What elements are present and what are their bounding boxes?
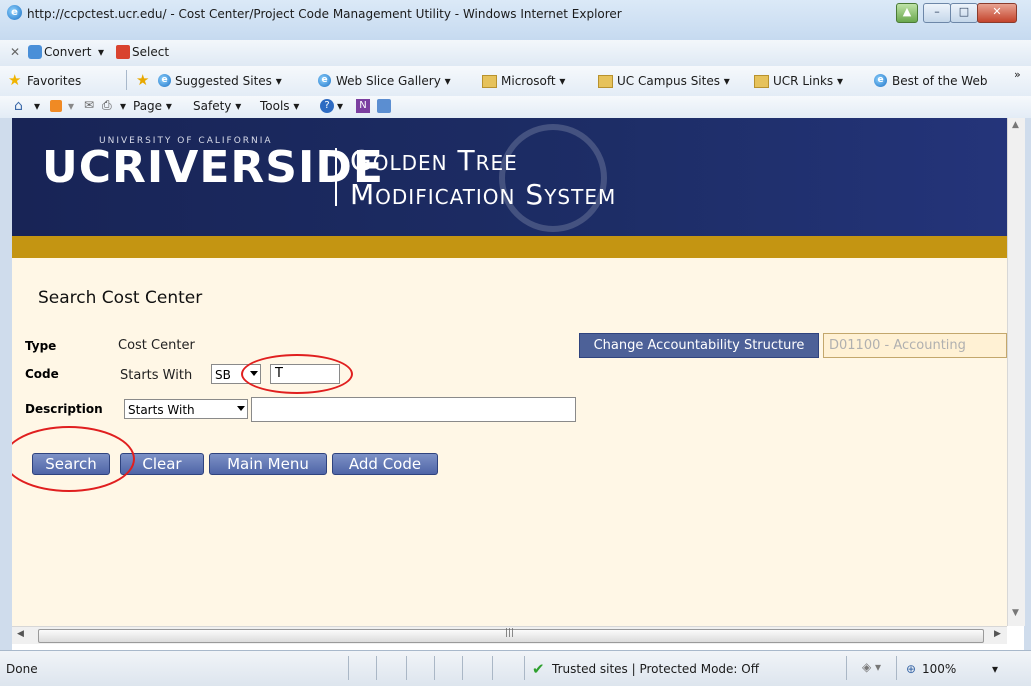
security-zone[interactable]: Trusted sites | Protected Mode: Off (552, 662, 759, 676)
fav-ucr-links[interactable]: UCR Links ▾ (754, 74, 843, 88)
separator (462, 656, 463, 680)
separator (846, 656, 847, 680)
annotation-circle-code (241, 354, 353, 394)
convert-icon (28, 45, 42, 59)
system-title-line2: Modification System (350, 178, 617, 211)
tools-menu[interactable]: Tools ▾ (260, 99, 299, 113)
separator (406, 656, 407, 680)
home-icon[interactable]: ⌂ (14, 98, 23, 114)
description-input[interactable] (251, 397, 576, 422)
mail-icon[interactable]: ✉ (84, 98, 94, 112)
zoom-level[interactable]: 100% (922, 662, 956, 676)
title-bar: e http://ccpctest.ucr.edu/ - Cost Center… (0, 0, 1031, 41)
add-code-button[interactable]: Add Code (332, 453, 438, 475)
favorites-button[interactable]: Favorites (27, 74, 81, 88)
ie-icon: e (158, 74, 171, 87)
select-button[interactable]: Select (132, 45, 169, 59)
description-operator-select[interactable]: Starts With (124, 399, 248, 419)
separator (126, 70, 127, 90)
ucr-logo-subtitle: UNIVERSITY OF CALIFORNIA (99, 136, 273, 146)
fav-uc-campus-sites[interactable]: UC Campus Sites ▾ (598, 74, 730, 88)
chevron-down-icon (237, 406, 245, 411)
ie-icon: e (874, 74, 887, 87)
separator (524, 656, 525, 680)
scroll-down-icon[interactable]: ▼ (1012, 608, 1019, 618)
favorites-star-icon: ★ (8, 71, 22, 89)
ie-icon: e (318, 74, 331, 87)
convert-dropdown-icon[interactable]: ▾ (98, 45, 104, 59)
favorites-bar: ★ Favorites ★ e Suggested Sites ▾ e Web … (0, 66, 1031, 97)
grip-icon: ||| (505, 628, 515, 638)
scroll-up-icon[interactable]: ▲ (1012, 120, 1019, 130)
command-bar: ✕ Convert ▾ Select (0, 40, 1031, 67)
status-text: Done (6, 662, 38, 676)
help-dropdown-icon[interactable]: ▾ (337, 99, 343, 113)
separator (492, 656, 493, 680)
favorites-overflow-icon[interactable]: » (1014, 68, 1021, 81)
change-accountability-button[interactable]: Change Accountability Structure (579, 333, 819, 358)
fav-suggested-sites[interactable]: Suggested Sites ▾ (175, 74, 282, 88)
onenote-icon[interactable]: N (356, 99, 370, 113)
window-frame-right (1024, 118, 1031, 650)
scroll-right-icon[interactable]: ▶ (994, 629, 1001, 639)
checkmark-icon: ✔ (532, 660, 545, 678)
separator (434, 656, 435, 680)
window-title: http://ccpctest.ucr.edu/ - Cost Center/P… (27, 7, 622, 21)
separator (348, 656, 349, 680)
add-favorite-icon[interactable]: ★ (136, 71, 149, 89)
accountability-field: D01100 - Accounting (823, 333, 1007, 358)
feeds-dropdown-icon[interactable]: ▾ (68, 99, 74, 113)
horizontal-scrollbar[interactable]: ◀ ||| ▶ (12, 626, 1007, 644)
zoom-dropdown-icon[interactable]: ▾ (992, 662, 998, 676)
code-label: Code (25, 367, 59, 381)
scroll-left-icon[interactable]: ◀ (17, 629, 24, 639)
page-menu[interactable]: Page ▾ (133, 99, 172, 113)
scroll-thumb[interactable]: ||| (38, 628, 984, 643)
folder-icon (598, 75, 613, 88)
ie-toolbar: ⌂ ▾ ▾ ✉ ⎙ ▾ Page ▾ Safety ▾ Tools ▾ ? ▾ … (0, 96, 1031, 119)
home-dropdown-icon[interactable]: ▾ (34, 99, 40, 113)
fav-web-slice-gallery[interactable]: Web Slice Gallery ▾ (336, 74, 451, 88)
type-label: Type (25, 339, 57, 353)
code-operator: Starts With (120, 368, 193, 383)
convert-button[interactable]: Convert (44, 45, 91, 59)
close-button[interactable]: ✕ (977, 3, 1017, 23)
separator (376, 656, 377, 680)
folder-icon (482, 75, 497, 88)
logo-divider (335, 148, 337, 206)
description-label: Description (25, 402, 103, 416)
gold-band (12, 236, 1007, 258)
system-title-line1: Golden Tree (350, 144, 518, 177)
page-content: UCRIVERSIDE UNIVERSITY OF CALIFORNIA Gol… (12, 118, 1007, 626)
window-frame-left (0, 118, 12, 650)
minimize-button[interactable]: – (923, 3, 951, 23)
close-tab-icon[interactable]: ✕ (10, 45, 20, 59)
select-icon (116, 45, 130, 59)
blog-icon[interactable] (377, 99, 391, 113)
feeds-icon[interactable] (50, 100, 62, 112)
vertical-scrollbar[interactable]: ▲ ▼ (1007, 118, 1025, 626)
ucr-logo: UCRIVERSIDE (42, 142, 384, 193)
safety-menu[interactable]: Safety ▾ (193, 99, 241, 113)
main-menu-button[interactable]: Main Menu (209, 453, 327, 475)
ie-logo-icon: e (7, 5, 22, 20)
maximize-button[interactable]: □ (950, 3, 978, 23)
annotation-circle-search (12, 426, 135, 492)
page-title: Search Cost Center (38, 288, 203, 308)
protected-mode-icon[interactable]: ◈ ▾ (862, 660, 881, 674)
zoom-icon: ⊕ (906, 662, 917, 676)
network-icon[interactable]: ▲ (896, 3, 918, 23)
status-bar: Done ✔ Trusted sites | Protected Mode: O… (0, 650, 1031, 686)
help-icon[interactable]: ? (320, 99, 334, 113)
banner: UCRIVERSIDE UNIVERSITY OF CALIFORNIA Gol… (12, 118, 1007, 236)
fav-microsoft[interactable]: Microsoft ▾ (482, 74, 565, 88)
fav-best-of-the-web[interactable]: Best of the Web (892, 74, 987, 88)
print-dropdown-icon[interactable]: ▾ (120, 99, 126, 113)
separator (896, 656, 897, 680)
print-icon[interactable]: ⎙ (102, 98, 112, 113)
type-value: Cost Center (118, 338, 195, 353)
folder-icon (754, 75, 769, 88)
